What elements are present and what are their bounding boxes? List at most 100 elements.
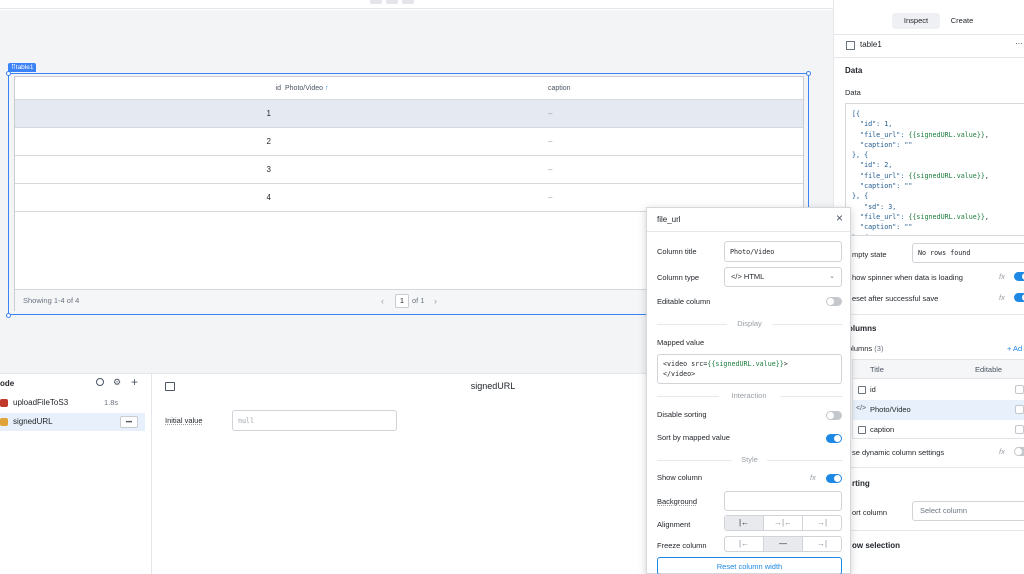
close-icon[interactable]: × [836, 211, 843, 225]
mapped-value-editor[interactable]: <video src={{signedURL.value}}> </video> [657, 354, 842, 384]
columns-count: (3) [874, 344, 884, 353]
freeze-segmented-control[interactable]: |← — →| [724, 536, 842, 552]
cell-caption: – [548, 137, 553, 146]
empty-state-input[interactable]: No rows found [912, 243, 1024, 263]
json-line: "file_url": {{signedURL.value}}, [852, 171, 1023, 181]
align-right-icon[interactable]: →| [803, 516, 841, 530]
resize-handle[interactable] [6, 71, 11, 76]
mapped-suffix: > [783, 360, 788, 368]
sort-column-label: ort column [852, 508, 888, 517]
panel-toggle-icon[interactable] [165, 382, 175, 391]
resize-handle[interactable] [6, 313, 11, 318]
json-line: "caption": "" [852, 140, 1023, 150]
add-column-button[interactable]: + Ad [1007, 344, 1022, 353]
initial-value-placeholder: null [238, 417, 255, 425]
sort-by-mapped-label: Sort by mapped value [657, 433, 730, 442]
columns-section-title: olumns [848, 324, 877, 333]
columns-label-text: olumns [848, 344, 873, 353]
column-title-input[interactable]: Photo/Video [724, 241, 842, 262]
list-item[interactable]: signedURL ••• [0, 413, 145, 431]
component-tag[interactable]: ⠿table1 [8, 63, 37, 72]
add-icon[interactable]: + [131, 375, 138, 389]
sort-column-select[interactable]: Select column [912, 501, 1024, 521]
alignment-segmented-control[interactable]: |← →|← →| [724, 515, 842, 531]
fx-icon[interactable]: fx [810, 473, 816, 482]
code-list-title: ode [0, 379, 15, 388]
next-page-icon[interactable]: › [434, 290, 437, 312]
grid-icon [858, 386, 866, 394]
sort-column-placeholder: Select column [920, 506, 968, 515]
dynamic-settings-toggle[interactable] [1014, 447, 1024, 456]
fx-icon[interactable]: fx [999, 272, 1005, 281]
empty-state-label: mpty state [852, 250, 887, 259]
initial-value-input[interactable]: null [232, 410, 397, 431]
column-type-select[interactable]: </> HTML ⌄ [724, 267, 842, 287]
freeze-left-icon[interactable]: |← [725, 537, 764, 551]
table-row[interactable]: 3 – [15, 156, 803, 184]
prev-page-icon[interactable]: ‹ [381, 290, 384, 312]
filter-icon[interactable]: ⚙ [113, 377, 121, 388]
json-text: [{ [852, 110, 861, 118]
page-number-input[interactable]: 1 [395, 294, 409, 308]
column-item-label: id [870, 385, 876, 394]
table-row[interactable]: 1 – [15, 100, 803, 128]
json-suffix: , [984, 171, 989, 180]
toolbar-button[interactable] [370, 0, 382, 4]
list-item[interactable]: uploadFileToS3 1.8s [0, 394, 152, 412]
columns-label: olumns (3) [848, 344, 883, 353]
editable-checkbox[interactable] [1015, 385, 1024, 394]
json-line: "id": 1, [852, 119, 1023, 129]
editable-toggle[interactable] [826, 297, 842, 306]
table-row[interactable]: 2 – [15, 128, 803, 156]
data-json-editor[interactable]: [{ "id": 1, "file_url": {{signedURL.valu… [845, 103, 1024, 236]
freeze-none-icon[interactable]: — [764, 537, 803, 551]
json-text: "file_url": [852, 212, 909, 221]
spinner-toggle[interactable] [1014, 272, 1024, 281]
more-options-button[interactable]: ••• [120, 416, 138, 428]
column-type-label: Column type [657, 273, 700, 282]
tab-create[interactable]: Create [942, 13, 982, 29]
column-item-photo[interactable]: </> Photo/Video [853, 400, 1024, 420]
background-input[interactable] [724, 491, 842, 511]
column-header-id[interactable]: id [245, 77, 281, 100]
disable-sorting-label: Disable sorting [657, 410, 707, 419]
divider [834, 34, 1024, 35]
json-suffix: , [984, 130, 989, 139]
column-header-caption[interactable]: caption [548, 77, 608, 100]
column-item-label: Photo/Video [870, 405, 911, 414]
toolbar-button[interactable] [386, 0, 398, 4]
more-icon[interactable]: ··· [1015, 39, 1023, 48]
json-line: "caption": "" [852, 222, 1023, 232]
json-text: }, { [852, 234, 868, 235]
editable-checkbox[interactable] [1015, 405, 1024, 414]
column-item-id[interactable]: id [853, 380, 1024, 400]
resize-handle[interactable] [806, 71, 811, 76]
inspector-panel: Inspect Create table1 ··· Data Data [{ "… [833, 0, 1024, 574]
align-center-icon[interactable]: →|← [764, 516, 803, 530]
show-column-toggle[interactable] [826, 474, 842, 483]
interaction-header: Interaction [731, 391, 767, 400]
component-name[interactable]: table1 [860, 40, 882, 49]
reset-column-width-button[interactable]: Reset column width [657, 557, 842, 574]
tab-inspect[interactable]: Inspect [892, 13, 940, 29]
divider [657, 396, 719, 397]
editable-checkbox[interactable] [1015, 425, 1024, 434]
fx-icon[interactable]: fx [999, 447, 1005, 456]
sort-by-mapped-toggle[interactable] [826, 434, 842, 443]
reset-toggle[interactable] [1014, 293, 1024, 302]
cell-caption: – [548, 165, 553, 174]
display-header: Display [737, 319, 762, 328]
disable-sorting-toggle[interactable] [826, 411, 842, 420]
search-icon[interactable] [96, 378, 104, 386]
divider [834, 57, 1024, 58]
column-item-caption[interactable]: caption [853, 420, 1024, 440]
column-item-label: caption [870, 425, 895, 434]
freeze-right-icon[interactable]: →| [803, 537, 841, 551]
fx-icon[interactable]: fx [999, 293, 1005, 302]
json-text: "file_url": [852, 171, 909, 180]
column-header-photo[interactable]: Photo/Video ↑ [285, 77, 365, 100]
toolbar-button[interactable] [402, 0, 414, 4]
align-left-icon[interactable]: |← [725, 516, 764, 530]
divider [657, 460, 732, 461]
column-type-value: </> HTML [731, 272, 765, 281]
